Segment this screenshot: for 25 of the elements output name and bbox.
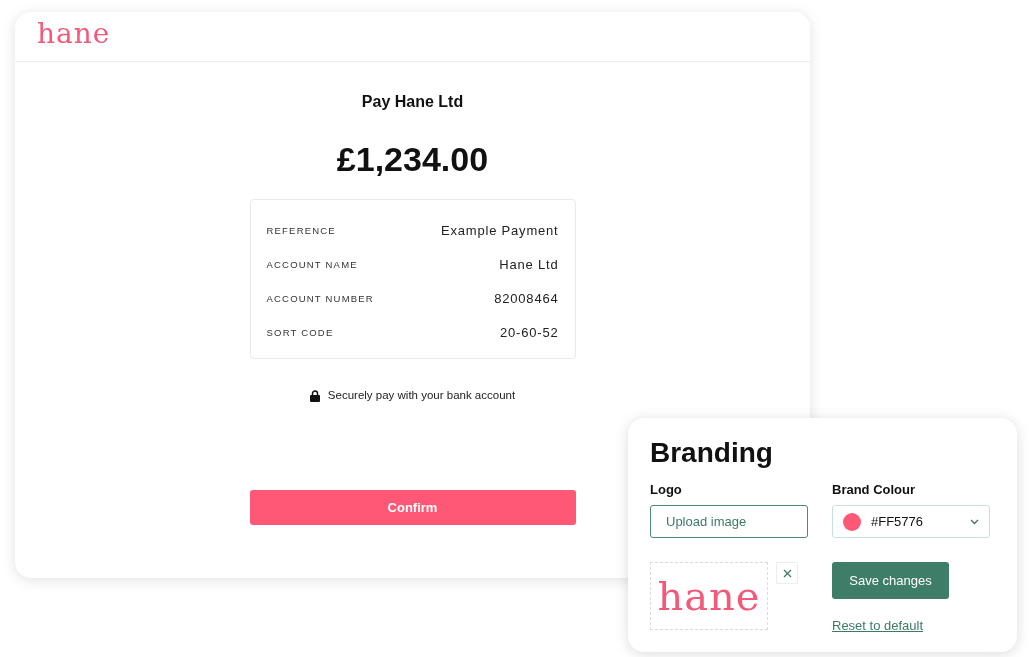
detail-value: Example Payment (441, 222, 559, 241)
lock-icon (309, 389, 320, 402)
brand-colour-label: Brand Colour (832, 480, 917, 499)
reset-link[interactable]: Reset to default (832, 618, 924, 634)
logo-label: Logo (650, 480, 683, 499)
detail-label: ACCOUNT NUMBER (266, 291, 374, 306)
detail-label: SORT CODE (266, 325, 334, 340)
amount: £1,234.00 (336, 139, 489, 180)
security-note: Securely pay with your bank account (327, 388, 516, 403)
payment-title: Pay Hane Ltd (361, 92, 464, 112)
close-icon (782, 568, 792, 578)
save-button[interactable]: Save changes (832, 562, 949, 600)
confirm-button[interactable]: Confirm (249, 490, 576, 526)
detail-label: REFERENCE (266, 223, 336, 238)
logo: hane (37, 20, 111, 48)
detail-value: 20-60-52 (500, 324, 559, 343)
detail-label: ACCOUNT NAME (266, 257, 358, 272)
detail-value: Hane Ltd (499, 256, 559, 275)
branding-title: Branding (650, 436, 774, 470)
logo-preview: hane (650, 562, 768, 631)
remove-button[interactable] (776, 562, 798, 585)
detail-value: 82008464 (494, 290, 559, 309)
upload-button[interactable]: Upload image (650, 505, 808, 539)
chevron-down-icon (970, 518, 979, 525)
colour-select[interactable]: #FF5776 (832, 505, 990, 539)
